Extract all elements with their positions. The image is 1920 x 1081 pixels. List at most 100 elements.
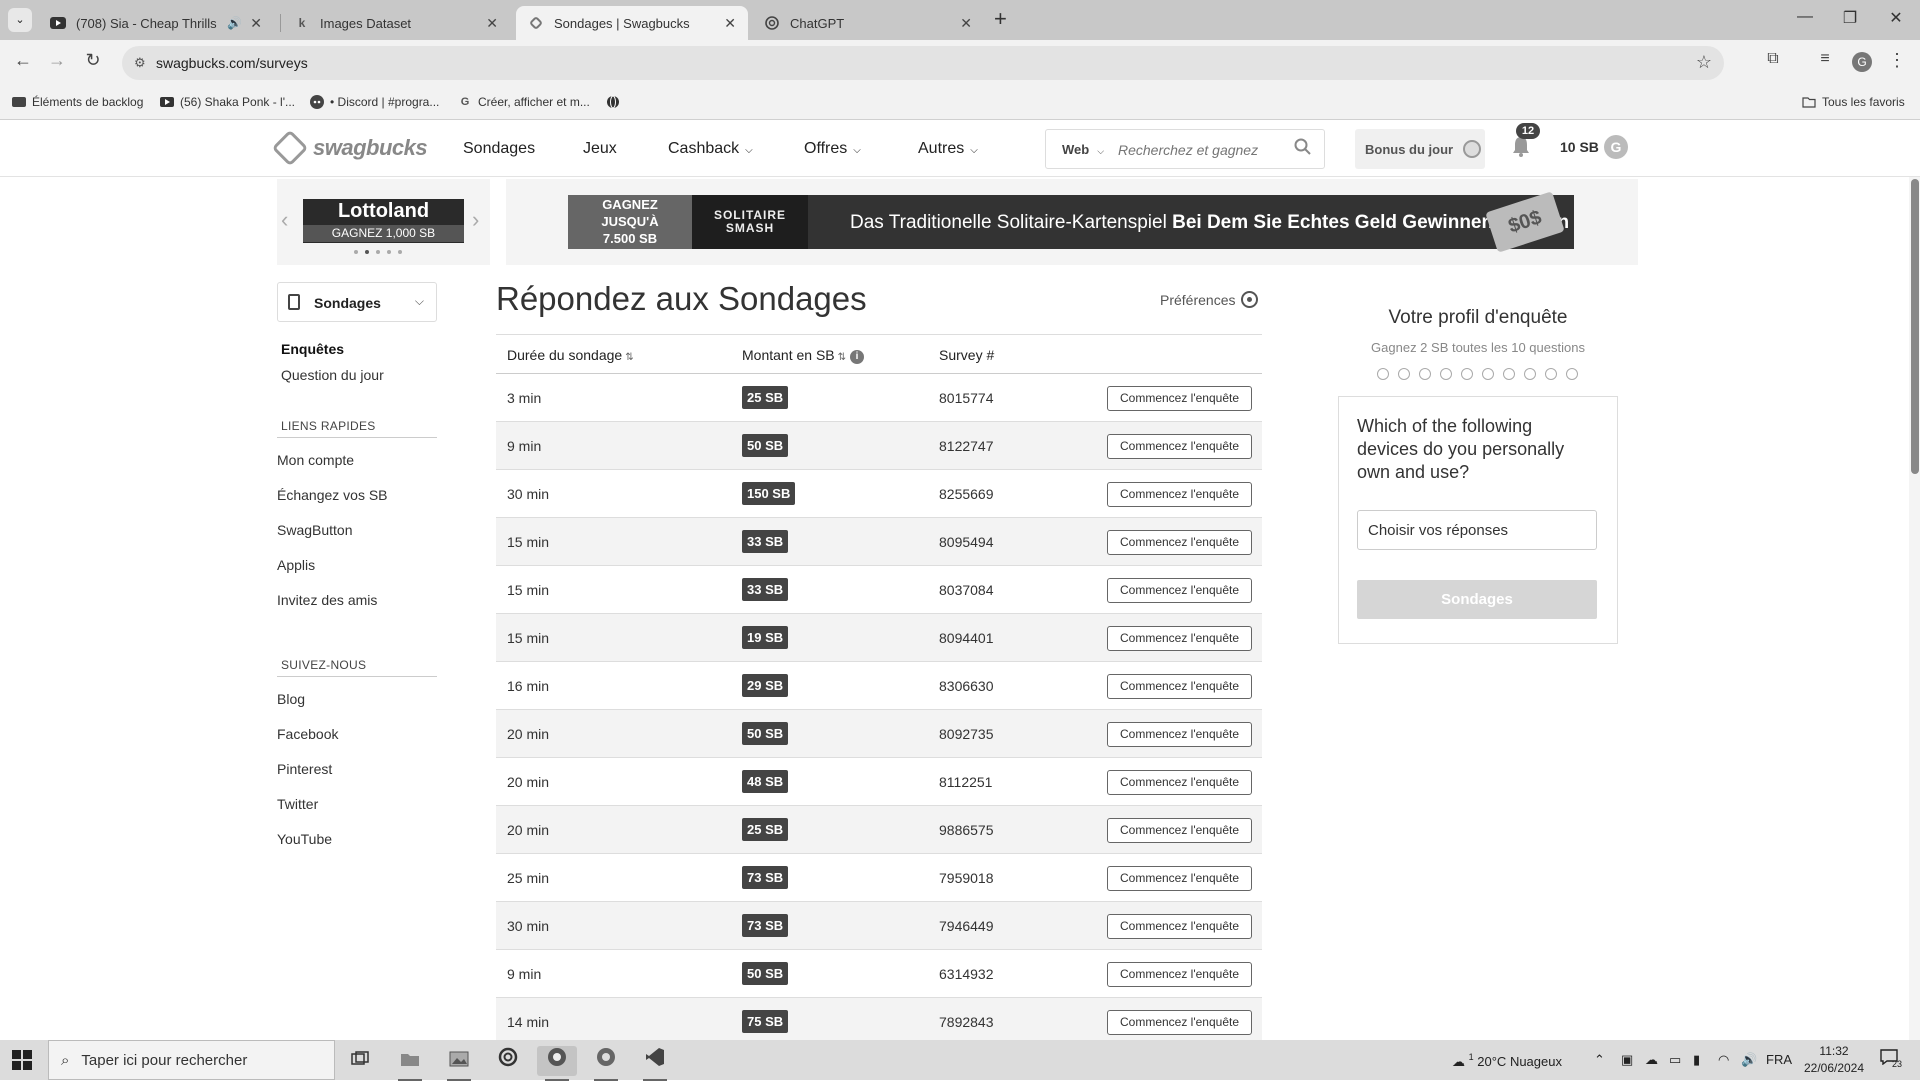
quick-link[interactable]: Invitez des amis [277,592,377,608]
follow-link-blog[interactable]: Blog [277,691,305,707]
follow-link-youtube[interactable]: YouTube [277,831,332,847]
column-amount[interactable]: Montant en SB ⇅ i [742,347,865,364]
speaker-icon[interactable]: 🔊 [227,16,242,30]
daily-bonus-button[interactable]: Bonus du jour [1355,129,1485,169]
nav-sondages[interactable]: Sondages [463,140,535,158]
tray-app-icon[interactable]: ▣ [1621,1052,1633,1068]
bookmark-star-icon[interactable]: ☆ [1696,52,1712,73]
start-survey-button[interactable]: Commencez l'enquête [1107,578,1252,603]
tab-images-dataset[interactable]: k Images Dataset ✕ [282,6,510,40]
tab-close-icon[interactable]: ✕ [960,15,972,32]
start-survey-button[interactable]: Commencez l'enquête [1107,722,1252,747]
taskbar-search[interactable]: ⌕ Taper ici pour rechercher [48,1040,335,1080]
tab-close-icon[interactable]: ✕ [724,15,736,32]
onedrive-icon[interactable]: ☁ [1645,1052,1658,1068]
search-input[interactable] [1118,138,1288,162]
start-survey-button[interactable]: Commencez l'enquête [1107,914,1252,939]
sidebar-item-enquetes[interactable]: Enquêtes [281,341,344,357]
reload-icon[interactable]: ↻ [80,50,106,71]
start-survey-button[interactable]: Commencez l'enquête [1107,770,1252,795]
chrome-profile-icon[interactable] [586,1046,626,1081]
wifi-icon[interactable]: ◠ [1718,1052,1729,1068]
start-survey-button[interactable]: Commencez l'enquête [1107,530,1252,555]
scrollbar-thumb[interactable] [1911,179,1919,474]
bookmark-item[interactable]: Éléments de backlog [12,95,143,109]
nav-jeux[interactable]: Jeux [583,140,617,158]
quick-link[interactable]: SwagButton [277,522,353,538]
search-icon[interactable] [1294,138,1312,161]
chrome-icon[interactable] [537,1046,577,1081]
lottoland-promo[interactable]: Lottoland GAGNEZ 1,000 SB [303,199,464,243]
search-scope-dropdown[interactable]: Web ⌵ [1062,142,1104,157]
windows-start-icon[interactable] [12,1050,32,1070]
media-control-icon[interactable]: ≡ [1812,50,1838,68]
start-survey-button[interactable]: Commencez l'enquête [1107,1010,1252,1035]
volume-icon[interactable]: 🔊 [1741,1052,1757,1068]
nav-cashback[interactable]: Cashback ⌵ [668,140,753,158]
start-survey-button[interactable]: Commencez l'enquête [1107,386,1252,411]
user-avatar[interactable]: G [1604,135,1628,159]
file-explorer-icon[interactable] [390,1046,430,1081]
forward-icon[interactable]: → [44,50,70,71]
nav-autres[interactable]: Autres ⌵ [918,140,978,158]
display-icon[interactable]: ▭ [1669,1052,1681,1068]
task-view-icon[interactable] [340,1046,380,1076]
start-survey-button[interactable]: Commencez l'enquête [1107,866,1252,891]
window-close-icon[interactable]: ✕ [1876,8,1916,28]
info-icon[interactable]: i [850,350,865,364]
opera-gx-icon[interactable] [488,1046,528,1076]
notification-center-icon[interactable]: 23 [1880,1049,1902,1069]
follow-link-facebook[interactable]: Facebook [277,726,338,742]
preferences-link[interactable]: Préférences [1160,291,1259,308]
site-info-icon[interactable]: ⚙ [134,55,146,71]
carousel-dot[interactable] [354,250,358,254]
start-survey-button[interactable]: Commencez l'enquête [1107,962,1252,987]
bookmark-item[interactable] [606,95,626,109]
answer-select[interactable]: Choisir vos réponses [1357,510,1597,550]
tab-chatgpt[interactable]: ChatGPT ✕ [752,6,984,40]
bookmark-item[interactable]: • Discord | #progra... [310,95,439,109]
solitaire-smash-banner[interactable]: GAGNEZ JUSQU'À 7.500 SB SOLITAIRE SMASH … [568,191,1574,253]
bookmark-item[interactable]: (56) Shaka Ponk - l'... [160,95,295,109]
follow-link-pinterest[interactable]: Pinterest [277,761,332,777]
menu-kebab-icon[interactable]: ⋮ [1884,50,1910,71]
sidebar-item-question-du-jour[interactable]: Question du jour [281,367,384,383]
carousel-dot[interactable] [387,250,391,254]
chevron-right-icon[interactable]: › [472,207,479,233]
vscode-icon[interactable] [635,1046,675,1081]
photos-app-icon[interactable] [439,1046,479,1081]
extensions-icon[interactable]: ⧉ [1760,50,1786,68]
swagbucks-logo[interactable]: swagbucks [271,129,428,167]
quick-link[interactable]: Mon compte [277,452,354,468]
carousel-dot[interactable] [398,250,402,254]
tab-swagbucks[interactable]: Sondages | Swagbucks ✕ [516,6,748,40]
quick-link[interactable]: Échangez vos SB [277,487,388,503]
weather-widget[interactable]: ☁ 1 20°C Nuageux [1452,1052,1562,1070]
language-indicator[interactable]: FRA [1766,1052,1792,1067]
start-survey-button[interactable]: Commencez l'enquête [1107,626,1252,651]
restore-icon[interactable]: ❐ [1830,8,1870,28]
follow-link-twitter[interactable]: Twitter [277,796,318,812]
quick-link[interactable]: Applis [277,557,315,573]
system-clock[interactable]: 11:32 22/06/2024 [1794,1043,1874,1077]
address-bar[interactable]: ⚙ swagbucks.com/surveys ☆ [122,46,1724,80]
back-icon[interactable]: ← [10,50,36,71]
minimize-icon[interactable]: — [1785,8,1825,26]
tab-close-icon[interactable]: ✕ [250,15,262,32]
carousel-dot[interactable] [376,250,380,254]
carousel-dot[interactable] [365,250,369,254]
profile-submit-button[interactable]: Sondages [1357,580,1597,619]
nav-offres[interactable]: Offres ⌵ [804,140,861,158]
all-bookmarks[interactable]: Tous les favoris [1802,95,1905,109]
tab-close-icon[interactable]: ✕ [486,15,498,32]
column-duration[interactable]: Durée du sondage ⇅ [507,347,634,363]
chevron-left-icon[interactable]: ‹ [281,207,288,233]
sb-balance[interactable]: 10 SB [1560,139,1599,155]
tab-list-button[interactable]: ⌄ [8,8,32,32]
start-survey-button[interactable]: Commencez l'enquête [1107,818,1252,843]
notification-bell-icon[interactable] [1511,135,1531,163]
category-dropdown[interactable]: Sondages ⌵ [277,282,437,322]
chevron-up-icon[interactable]: ⌃ [1594,1052,1605,1068]
profile-avatar[interactable]: G [1852,52,1872,72]
tab-youtube[interactable]: (708) Sia - Cheap Thrills (Of 🔊 ✕ [38,6,274,40]
